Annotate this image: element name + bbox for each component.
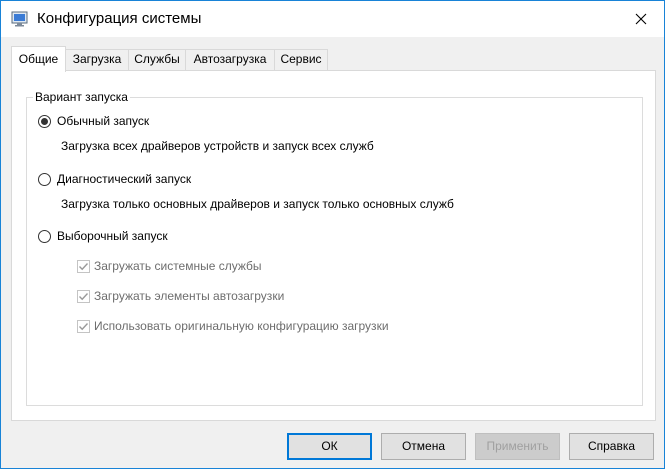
tab-tools[interactable]: Сервис: [274, 49, 328, 70]
checkmark-icon: [79, 322, 89, 330]
load-startup-items-checkbox[interactable]: Загружать элементы автозагрузки: [77, 288, 284, 304]
group-label: Вариант запуска: [33, 89, 130, 105]
use-original-boot-config-label: Использовать оригинальную конфигурацию з…: [94, 319, 389, 333]
checkmark-icon: [79, 292, 89, 300]
tab-services[interactable]: Службы: [128, 49, 186, 70]
diagnostic-startup-radio[interactable]: Диагностический запуск: [38, 170, 191, 188]
checkbox[interactable]: [77, 259, 90, 273]
msconfig-icon: [11, 10, 28, 27]
radio-button[interactable]: [38, 114, 51, 128]
use-original-boot-config-checkbox[interactable]: Использовать оригинальную конфигурацию з…: [77, 318, 389, 334]
help-button[interactable]: Справка: [569, 433, 654, 460]
diagnostic-startup-label: Диагностический запуск: [57, 172, 192, 186]
cancel-button[interactable]: Отмена: [381, 433, 466, 460]
title-bar[interactable]: Конфигурация системы: [1, 1, 664, 37]
apply-button[interactable]: Применить: [475, 433, 560, 460]
normal-startup-label: Обычный запуск: [57, 114, 150, 128]
radio-button[interactable]: [38, 172, 51, 186]
checkbox[interactable]: [77, 289, 90, 303]
checkmark-icon: [79, 262, 89, 270]
ok-button[interactable]: ОК: [287, 433, 372, 460]
tab-general[interactable]: Общие: [11, 46, 66, 72]
load-startup-items-label: Загружать элементы автозагрузки: [94, 289, 285, 303]
window-title: Конфигурация системы: [37, 10, 202, 27]
selective-startup-radio[interactable]: Выборочный запуск: [38, 227, 168, 245]
diagnostic-startup-description: Загрузка только основных драйверов и зап…: [61, 197, 454, 211]
selective-startup-label: Выборочный запуск: [57, 229, 168, 243]
normal-startup-radio[interactable]: Обычный запуск: [38, 112, 149, 130]
radio-button[interactable]: [38, 229, 51, 243]
close-button[interactable]: [618, 1, 664, 37]
tab-boot[interactable]: Загрузка: [65, 49, 129, 70]
load-system-services-label: Загружать системные службы: [94, 259, 262, 273]
load-system-services-checkbox[interactable]: Загружать системные службы: [77, 258, 262, 274]
startup-selection-group: Вариант запуска Обычный запуск Загрузка …: [26, 89, 643, 406]
general-tab-panel: Вариант запуска Обычный запуск Загрузка …: [11, 70, 656, 421]
tab-startup[interactable]: Автозагрузка: [185, 49, 275, 70]
normal-startup-description: Загрузка всех драйверов устройств и запу…: [61, 139, 374, 153]
checkbox[interactable]: [77, 319, 90, 333]
close-icon: [635, 13, 647, 25]
system-configuration-window: Конфигурация системы Общие Загрузка Служ…: [0, 0, 665, 469]
